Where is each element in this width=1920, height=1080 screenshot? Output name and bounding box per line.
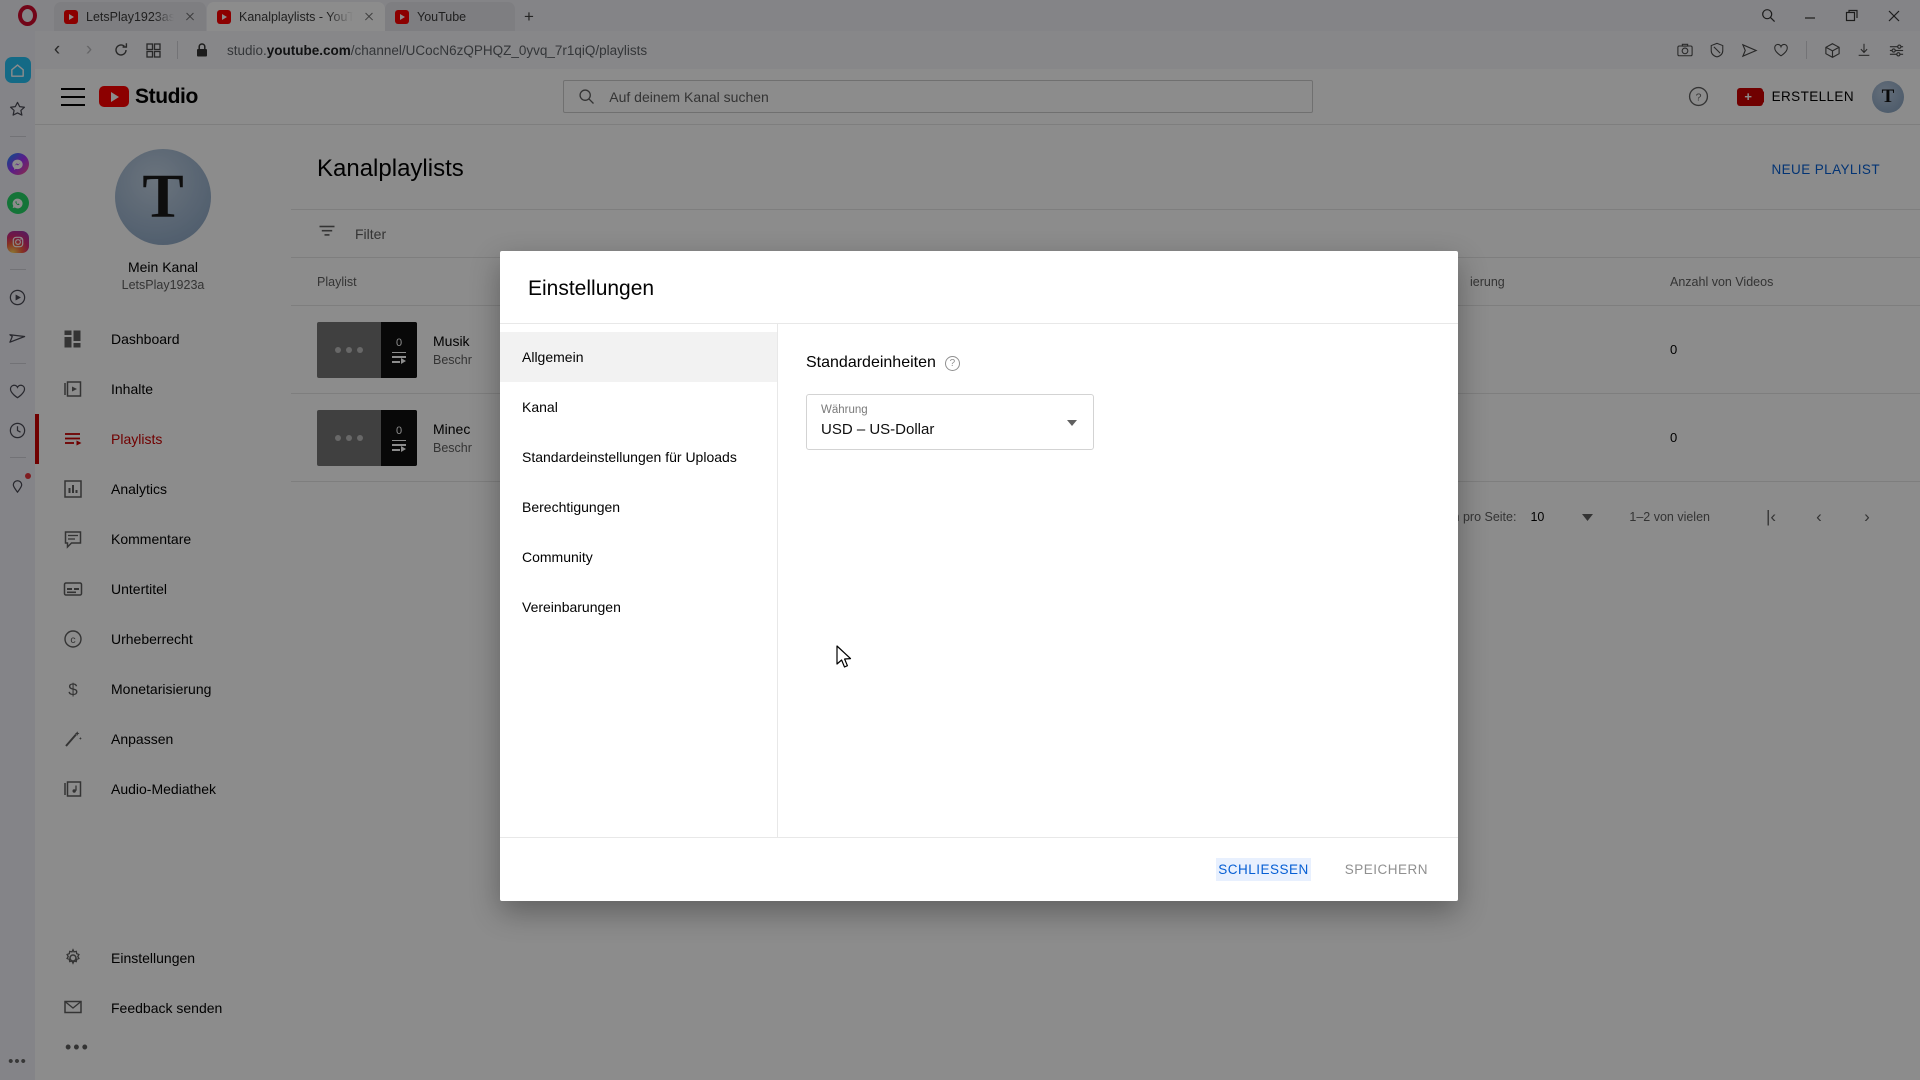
mouse-cursor [836,645,854,676]
close-button[interactable]: SCHLIESSEN [1216,858,1311,881]
dialog-nav-item-vereinbarungen[interactable]: Vereinbarungen [500,582,777,632]
currency-select-value: USD – US-Dollar [821,421,935,438]
save-button: SPEICHERN [1344,862,1428,877]
currency-select-label: Währung [821,404,868,416]
dialog-content: Standardeinheiten ? Währung USD – US-Dol… [778,324,1458,837]
dialog-footer: SCHLIESSEN SPEICHERN [500,837,1458,901]
dialog-nav-item-allgemein[interactable]: Allgemein [500,332,777,382]
dialog-nav-item-community[interactable]: Community [500,532,777,582]
dialog-body: Allgemein Kanal Standardeinstellungen fü… [500,323,1458,837]
opera-browser-window: LetsPlay1923asda - YouTub Kanalplaylists… [0,0,1920,1080]
section-title-label: Standardeinheiten [806,354,936,371]
section-header: Standardeinheiten ? [806,354,1430,372]
dialog-nav-item-berechtigungen[interactable]: Berechtigungen [500,482,777,532]
dialog-nav-item-upload-defaults[interactable]: Standardeinstellungen für Uploads [500,432,777,482]
dialog-nav-item-kanal[interactable]: Kanal [500,382,777,432]
dialog-nav: Allgemein Kanal Standardeinstellungen fü… [500,324,778,837]
dialog-title: Einstellungen [528,277,655,300]
help-icon[interactable]: ? [944,355,960,371]
currency-select[interactable]: Währung USD – US-Dollar [806,394,1094,450]
settings-dialog: Einstellungen Allgemein Kanal Standardei… [500,251,1458,901]
chevron-down-icon [1067,420,1077,426]
